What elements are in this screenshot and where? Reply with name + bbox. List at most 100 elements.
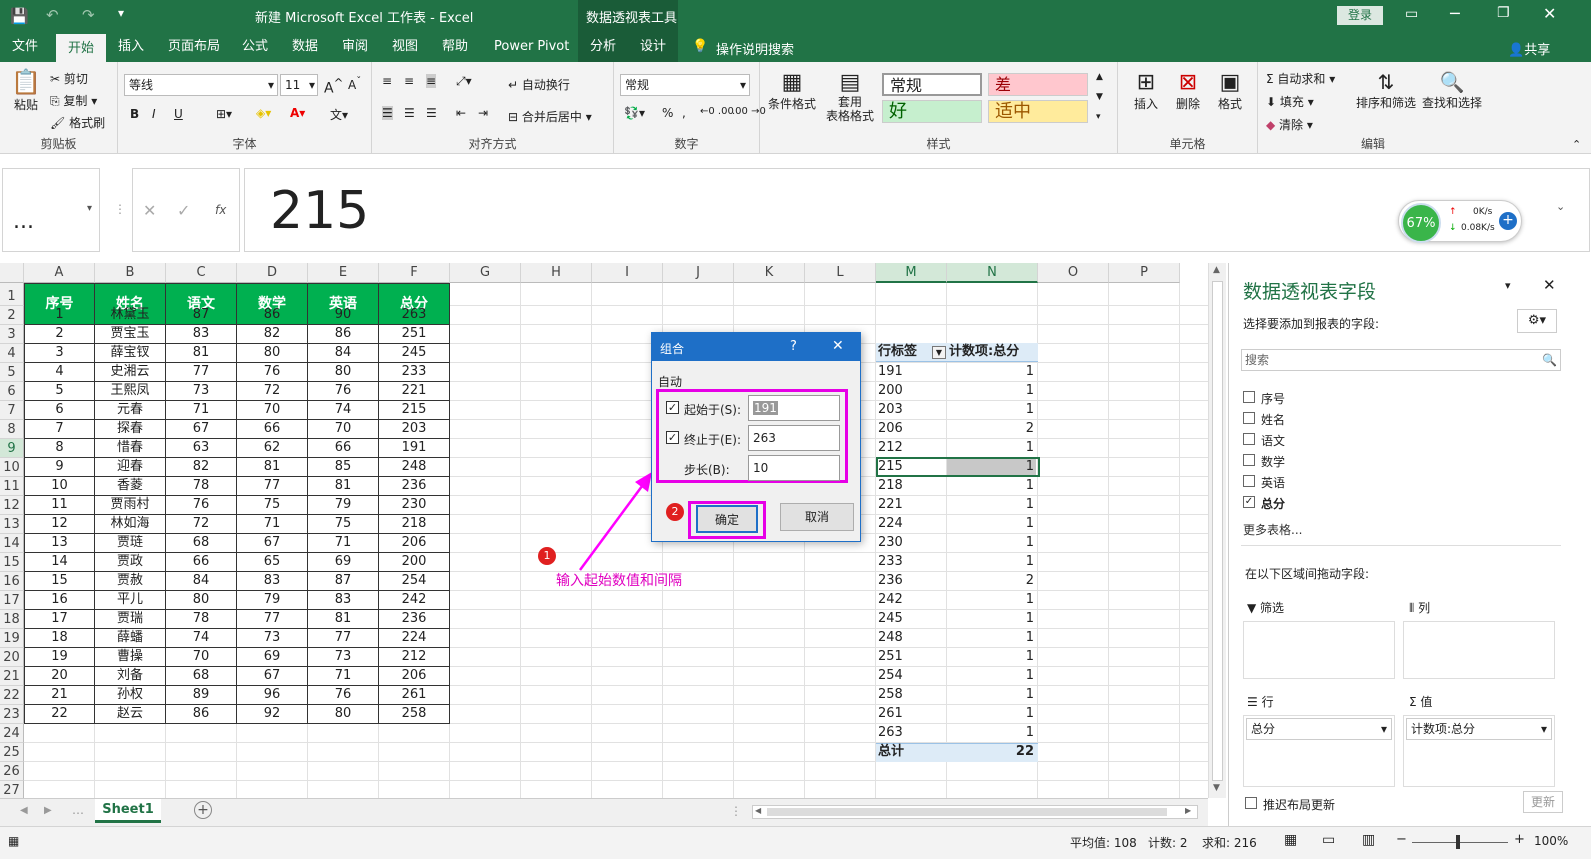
- table-cell[interactable]: 贾政: [95, 553, 166, 572]
- scroll-up-icon[interactable]: ▲: [1213, 265, 1220, 275]
- column-header[interactable]: O: [1038, 263, 1109, 283]
- table-cell[interactable]: 83: [308, 591, 379, 610]
- table-cell[interactable]: 67: [237, 667, 308, 686]
- table-cell[interactable]: 71: [166, 401, 237, 420]
- table-cell[interactable]: 75: [237, 496, 308, 515]
- table-cell[interactable]: 67: [237, 534, 308, 553]
- net-speed-widget[interactable]: 67% ↑ 0K/s ↓ 0.08K/s +: [1398, 200, 1522, 243]
- table-cell[interactable]: 248: [379, 458, 450, 477]
- pivot-filter-button[interactable]: ▼: [932, 346, 946, 359]
- tab-file[interactable]: 文件: [0, 32, 50, 62]
- format-painter-button[interactable]: 🖌 格式刷: [50, 114, 105, 131]
- delete-cells-button[interactable]: ⊠ 删除: [1168, 70, 1208, 112]
- field-label[interactable]: 语文: [1261, 432, 1285, 449]
- styles-scroll-up-icon[interactable]: ▲: [1096, 72, 1103, 82]
- style-good[interactable]: 好: [882, 100, 982, 123]
- table-cell[interactable]: 3: [24, 344, 95, 363]
- tell-me-search[interactable]: 操作说明搜索: [716, 39, 794, 58]
- column-header[interactable]: D: [237, 263, 308, 283]
- column-header[interactable]: A: [24, 263, 95, 283]
- field-checkbox[interactable]: ✓: [1243, 496, 1255, 508]
- table-cell[interactable]: 73: [237, 629, 308, 648]
- align-left-icon[interactable]: ☰: [382, 106, 393, 120]
- row-header[interactable]: 20: [0, 648, 24, 667]
- orientation-icon[interactable]: ⤢▾: [456, 74, 472, 89]
- pivot-row-value[interactable]: 1: [947, 705, 1034, 724]
- zoom-level[interactable]: 100%: [1534, 834, 1568, 848]
- table-cell[interactable]: 261: [379, 686, 450, 705]
- row-header[interactable]: 14: [0, 534, 24, 553]
- table-cell[interactable]: 77: [237, 477, 308, 496]
- table-cell[interactable]: 206: [379, 534, 450, 553]
- table-cell[interactable]: 86: [308, 325, 379, 344]
- prev-sheet-icon[interactable]: ◀: [20, 805, 28, 816]
- rows-field-chip[interactable]: 总分 ▾: [1246, 718, 1392, 740]
- table-cell[interactable]: 贾琏: [95, 534, 166, 553]
- row-header[interactable]: 11: [0, 477, 24, 496]
- columns-area[interactable]: [1403, 621, 1555, 679]
- tab-split-icon[interactable]: ⋮: [730, 804, 742, 818]
- field-label[interactable]: 数学: [1261, 453, 1285, 470]
- collapse-ribbon-icon[interactable]: ⌃: [1572, 138, 1581, 151]
- ribbon-display-icon[interactable]: ▭: [1405, 6, 1418, 22]
- table-cell[interactable]: 83: [237, 572, 308, 591]
- row-header[interactable]: 17: [0, 591, 24, 610]
- paste-button[interactable]: 📋 粘贴: [8, 68, 44, 113]
- comma-icon[interactable]: ,: [682, 106, 686, 120]
- column-header[interactable]: G: [450, 263, 521, 283]
- autosum-button[interactable]: Σ 自动求和 ▾: [1266, 70, 1335, 87]
- row-header[interactable]: 5: [0, 363, 24, 382]
- pivot-row-value[interactable]: 1: [947, 591, 1034, 610]
- table-cell[interactable]: 75: [308, 515, 379, 534]
- normal-view-icon[interactable]: ▦: [1284, 832, 1297, 848]
- table-cell[interactable]: 69: [237, 648, 308, 667]
- column-header[interactable]: P: [1109, 263, 1180, 283]
- table-cell[interactable]: 66: [308, 439, 379, 458]
- table-cell[interactable]: 惜春: [95, 439, 166, 458]
- table-cell[interactable]: 82: [166, 458, 237, 477]
- table-cell[interactable]: 263: [379, 306, 450, 325]
- fill-button[interactable]: ⬇ 填充 ▾: [1266, 93, 1314, 110]
- pivot-row-value[interactable]: 1: [947, 382, 1034, 401]
- font-size-select[interactable]: 11 ▾: [280, 74, 318, 96]
- table-cell[interactable]: 80: [308, 363, 379, 382]
- table-cell[interactable]: 香菱: [95, 477, 166, 496]
- table-cell[interactable]: 242: [379, 591, 450, 610]
- field-checkbox[interactable]: [1243, 391, 1255, 403]
- pivot-row-label[interactable]: 263: [878, 724, 903, 743]
- table-cell[interactable]: 王熙凤: [95, 382, 166, 401]
- format-as-table-button[interactable]: ▤ 套用 表格格式: [822, 70, 878, 123]
- row-header[interactable]: 2: [0, 306, 24, 325]
- style-neutral[interactable]: 适中: [988, 100, 1088, 123]
- pivot-row-label[interactable]: 230: [878, 534, 903, 553]
- tab-help[interactable]: 帮助: [430, 32, 480, 62]
- row-header[interactable]: 18: [0, 610, 24, 629]
- table-cell[interactable]: 17: [24, 610, 95, 629]
- row-header[interactable]: 21: [0, 667, 24, 686]
- table-cell[interactable]: 82: [237, 325, 308, 344]
- insert-cells-button[interactable]: ⊞ 插入: [1126, 70, 1166, 112]
- table-cell[interactable]: 70: [237, 401, 308, 420]
- table-cell[interactable]: 9: [24, 458, 95, 477]
- column-header[interactable]: C: [166, 263, 237, 283]
- pivot-row-label[interactable]: 258: [878, 686, 903, 705]
- indent-increase-icon[interactable]: ⇥: [478, 106, 488, 120]
- table-cell[interactable]: 84: [166, 572, 237, 591]
- tab-data[interactable]: 数据: [280, 32, 330, 62]
- page-layout-view-icon[interactable]: ▭: [1322, 832, 1335, 848]
- vertical-scrollbar[interactable]: ▲ ▼: [1208, 263, 1226, 798]
- table-cell[interactable]: 79: [308, 496, 379, 515]
- table-cell[interactable]: 8: [24, 439, 95, 458]
- defer-checkbox[interactable]: [1245, 797, 1257, 809]
- table-cell[interactable]: 90: [308, 306, 379, 325]
- style-normal[interactable]: 常规: [882, 73, 982, 96]
- row-header[interactable]: 15: [0, 553, 24, 572]
- pivot-row-label[interactable]: 206: [878, 420, 903, 439]
- pivot-row-value[interactable]: 1: [947, 439, 1034, 458]
- table-cell[interactable]: 76: [308, 382, 379, 401]
- style-bad[interactable]: 差: [988, 73, 1088, 96]
- table-cell[interactable]: 254: [379, 572, 450, 591]
- table-cell[interactable]: 12: [24, 515, 95, 534]
- table-cell[interactable]: 80: [166, 591, 237, 610]
- accounting-icon[interactable]: 💱▾: [624, 106, 645, 120]
